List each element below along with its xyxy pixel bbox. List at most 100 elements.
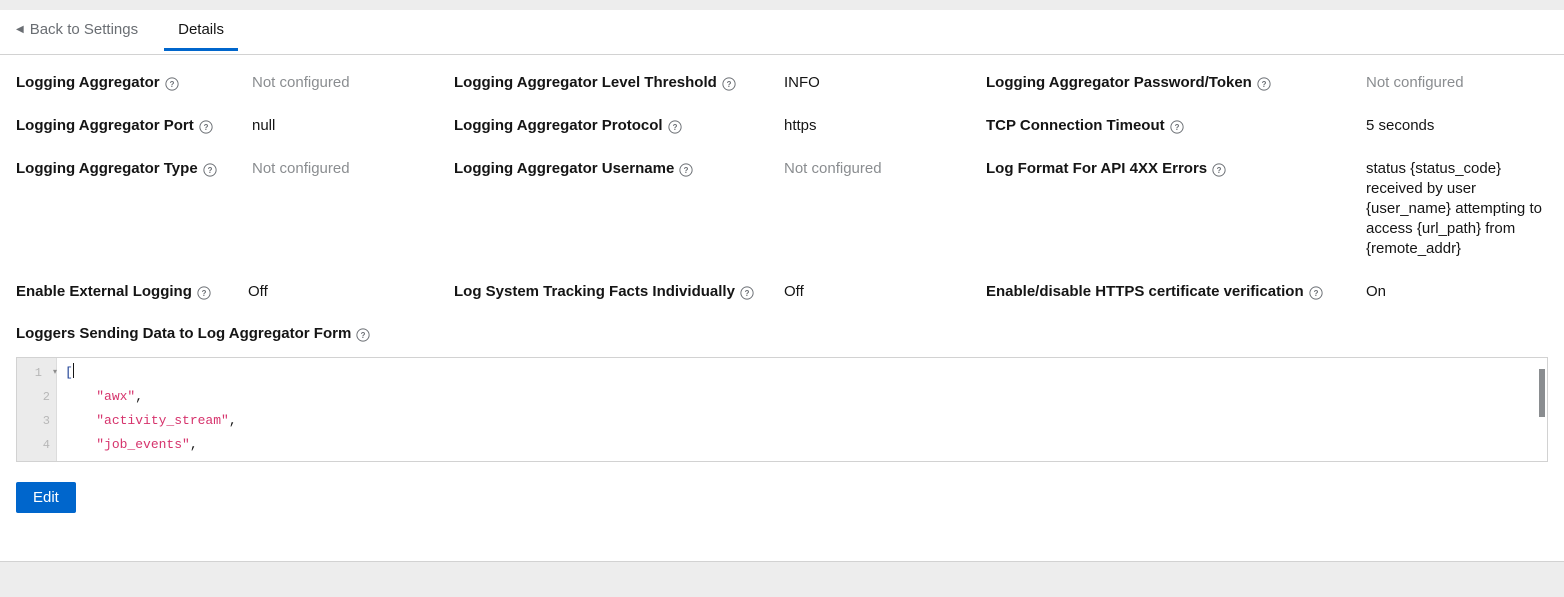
editor-line-number: 4 xyxy=(42,438,50,452)
editor-code-line: [ xyxy=(65,363,74,380)
loggers-label: Loggers Sending Data to Log Aggregator F… xyxy=(16,325,1548,342)
help-circle-icon[interactable]: ? xyxy=(1170,120,1184,134)
help-circle-icon[interactable]: ? xyxy=(199,120,213,134)
caret-left-icon: ◀ xyxy=(16,23,24,35)
loggers-section: Loggers Sending Data to Log Aggregator F… xyxy=(0,325,1564,462)
svg-text:?: ? xyxy=(672,123,677,132)
editor-code-line: "awx", xyxy=(96,389,144,404)
field-value: Not configured xyxy=(784,160,882,177)
field-logging-aggregator-level-threshold: Logging Aggregator Level Threshold ? INF… xyxy=(454,73,986,116)
toggles-row: Enable External Logging ? Off Log System… xyxy=(0,282,1564,325)
field-logging-aggregator-password-token: Logging Aggregator Password/Token ? Not … xyxy=(986,73,1564,116)
field-value: INFO xyxy=(784,74,820,91)
svg-text:?: ? xyxy=(201,289,206,298)
label-text: TCP Connection Timeout xyxy=(986,117,1165,134)
field-label: TCP Connection Timeout ? xyxy=(986,116,1366,136)
svg-text:?: ? xyxy=(1261,80,1266,89)
back-to-settings-link[interactable]: ◀ Back to Settings xyxy=(10,10,150,50)
field-label: Logging Aggregator Port ? xyxy=(16,116,252,136)
svg-text:?: ? xyxy=(745,289,750,298)
field-label: Logging Aggregator Type ? xyxy=(16,159,252,179)
field-value: Off xyxy=(784,283,804,300)
label-text: Enable/disable HTTPS certificate verific… xyxy=(986,283,1304,300)
back-to-settings-label: Back to Settings xyxy=(29,21,139,38)
label-text: Loggers Sending Data to Log Aggregator F… xyxy=(16,325,352,342)
help-circle-icon[interactable]: ? xyxy=(203,163,217,177)
field-tcp-connection-timeout: TCP Connection Timeout ? 5 seconds xyxy=(986,116,1564,159)
field-label: Logging Aggregator Password/Token ? xyxy=(986,73,1366,93)
label-text: Logging Aggregator Password/Token xyxy=(986,74,1252,91)
tab-details[interactable]: Details xyxy=(164,10,238,51)
field-value: Not configured xyxy=(252,160,350,177)
help-circle-icon[interactable]: ? xyxy=(1309,286,1323,300)
loggers-code-editor[interactable]: 1▾ 2 3 4 5 [ "awx", "activity_stream", "job_… xyxy=(16,357,1548,462)
field-label: Log System Tracking Facts Individually ? xyxy=(454,282,784,302)
field-value: Off xyxy=(248,283,268,300)
svg-text:?: ? xyxy=(684,166,689,175)
field-label: Log Format For API 4XX Errors ? xyxy=(986,159,1366,179)
editor-line-number: 3 xyxy=(42,414,50,428)
field-value: https xyxy=(784,117,817,134)
svg-text:?: ? xyxy=(203,123,208,132)
help-circle-icon[interactable]: ? xyxy=(164,77,179,91)
label-text: Logging Aggregator xyxy=(16,74,160,91)
edit-button[interactable]: Edit xyxy=(16,482,76,513)
field-log-system-tracking-facts-individually: Log System Tracking Facts Individually ?… xyxy=(454,282,986,325)
field-label: Logging Aggregator Level Threshold ? xyxy=(454,73,784,93)
editor-line-number: 5 xyxy=(17,457,56,461)
label-text: Log System Tracking Facts Individually xyxy=(454,283,735,300)
editor-line-number: 2 xyxy=(42,390,50,404)
svg-text:?: ? xyxy=(1217,166,1222,175)
settings-details-page: ◀ Back to Settings Details Logging Aggre… xyxy=(0,0,1564,597)
field-enable-external-logging: Enable External Logging ? Off xyxy=(16,282,454,325)
editor-scroll-thumb[interactable] xyxy=(1539,369,1545,417)
field-log-format-for-api-4xx-errors: Log Format For API 4XX Errors ? status {… xyxy=(986,159,1564,282)
help-circle-icon[interactable]: ? xyxy=(740,286,754,300)
label-text: Logging Aggregator Protocol xyxy=(454,117,663,134)
detail-grid: Logging Aggregator ? Not configured Logg… xyxy=(0,55,1564,282)
label-text: Logging Aggregator Port xyxy=(16,117,194,134)
field-https-certificate-verification: Enable/disable HTTPS certificate verific… xyxy=(986,282,1564,325)
editor-code-area[interactable]: [ "awx", "activity_stream", "job_events"… xyxy=(57,358,1547,461)
field-value: null xyxy=(252,117,276,134)
svg-text:?: ? xyxy=(1174,123,1179,132)
field-logging-aggregator-protocol: Logging Aggregator Protocol ? https xyxy=(454,116,986,159)
field-value: status {status_code} received by user {u… xyxy=(1366,160,1542,257)
tab-details-label: Details xyxy=(178,21,224,38)
field-value: Not configured xyxy=(1366,74,1464,91)
field-logging-aggregator: Logging Aggregator ? Not configured xyxy=(16,73,454,116)
label-text: Logging Aggregator Type xyxy=(16,160,198,177)
top-strip xyxy=(0,0,1564,10)
field-label: Logging Aggregator Username ? xyxy=(454,159,784,179)
field-label: Logging Aggregator Protocol ? xyxy=(454,116,784,136)
field-value: On xyxy=(1366,283,1387,300)
help-circle-icon[interactable]: ? xyxy=(1212,163,1226,177)
editor-scrollbar[interactable] xyxy=(1539,359,1545,461)
field-value: Not configured xyxy=(252,74,350,91)
svg-text:?: ? xyxy=(361,331,366,340)
field-value: 5 seconds xyxy=(1366,117,1435,134)
label-text: Enable External Logging xyxy=(16,283,192,300)
details-card: ◀ Back to Settings Details Logging Aggre… xyxy=(0,10,1564,562)
editor-line-number: 1 ▾ xyxy=(17,361,57,385)
editor-code-line: "job_events", xyxy=(96,437,198,452)
tab-bar: ◀ Back to Settings Details xyxy=(0,10,1564,55)
field-logging-aggregator-port: Logging Aggregator Port ? null xyxy=(16,116,454,159)
help-circle-icon[interactable]: ? xyxy=(722,77,736,91)
page-footer-space xyxy=(0,562,1564,597)
field-logging-aggregator-type: Logging Aggregator Type ? Not configured xyxy=(16,159,454,282)
help-circle-icon[interactable]: ? xyxy=(679,163,693,177)
editor-code-line: "activity_stream", xyxy=(96,413,237,428)
svg-text:?: ? xyxy=(207,166,212,175)
svg-text:?: ? xyxy=(169,80,174,89)
svg-text:?: ? xyxy=(726,80,731,89)
field-label: Enable/disable HTTPS certificate verific… xyxy=(986,282,1366,302)
label-text: Logging Aggregator Level Threshold xyxy=(454,74,717,91)
help-circle-icon[interactable]: ? xyxy=(197,286,211,300)
help-circle-icon[interactable]: ? xyxy=(1257,77,1271,91)
field-label: Enable External Logging ? xyxy=(16,282,248,302)
help-circle-icon[interactable]: ? xyxy=(667,120,682,134)
help-circle-icon[interactable]: ? xyxy=(356,327,370,342)
actions-bar: Edit xyxy=(0,462,1564,513)
editor-cursor xyxy=(72,363,74,378)
